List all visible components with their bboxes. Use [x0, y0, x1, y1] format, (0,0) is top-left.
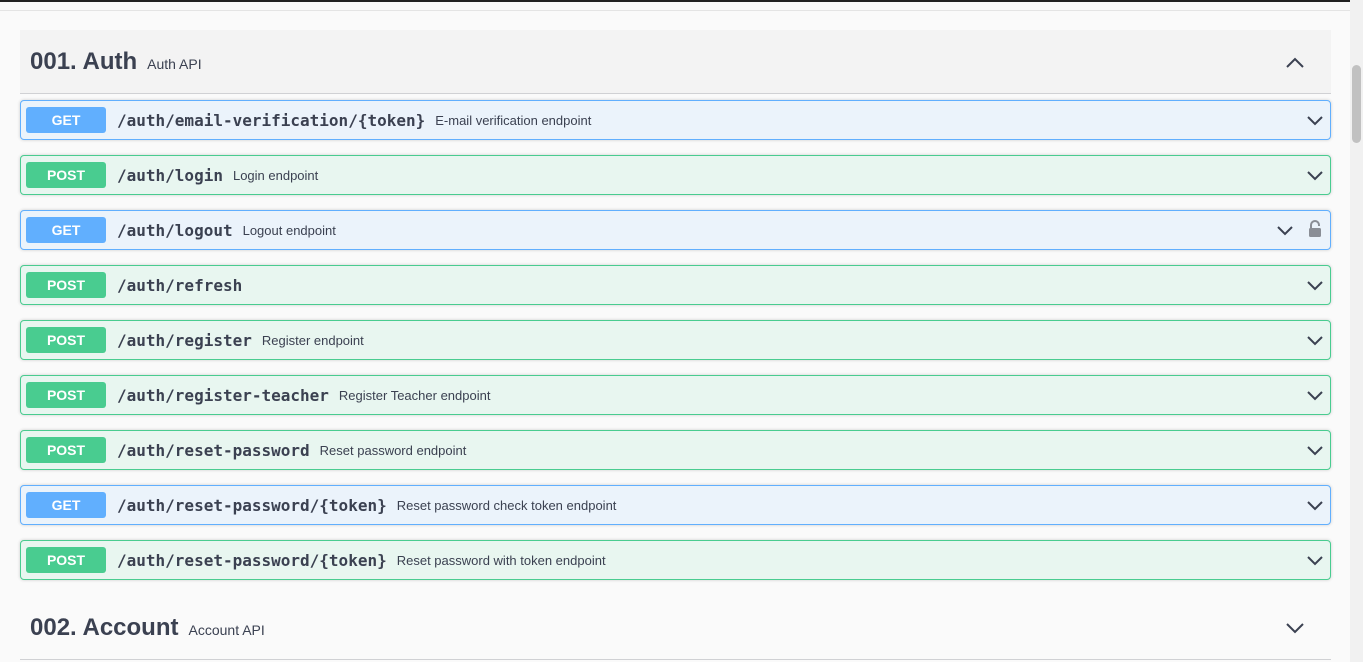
tag-title: 002. Account — [30, 613, 179, 641]
chevron-down-icon[interactable] — [1285, 620, 1305, 636]
operation-path: /auth/logout — [117, 220, 233, 240]
method-badge: POST — [26, 272, 106, 298]
method-badge: POST — [26, 327, 106, 353]
operation-summary: Register Teacher endpoint — [338, 387, 491, 403]
operation-get-auth-reset-password-token[interactable]: GET /auth/reset-password/{token} Reset p… — [20, 485, 1331, 525]
window-top-border — [0, 0, 1363, 2]
chevron-down-icon[interactable] — [1306, 553, 1324, 567]
tag-section-account[interactable]: 002. Account Account API — [20, 596, 1331, 660]
operation-path: /auth/register — [117, 330, 252, 350]
method-badge: GET — [26, 107, 106, 133]
chevron-down-icon[interactable] — [1276, 223, 1294, 237]
tag-description: Auth API — [147, 55, 202, 72]
operation-path: /auth/reset-password — [117, 440, 310, 460]
operation-summary: E-mail verification endpoint — [435, 112, 592, 128]
operation-path: /auth/refresh — [117, 275, 243, 295]
operation-path: /auth/reset-password/{token} — [117, 550, 387, 570]
method-badge: GET — [26, 492, 106, 518]
operation-summary: Reset password check token endpoint — [396, 497, 617, 513]
method-badge: POST — [26, 437, 106, 463]
tag-title: 001. Auth — [30, 47, 138, 75]
vertical-scrollbar[interactable] — [1350, 0, 1363, 662]
operation-summary: Login endpoint — [232, 167, 319, 183]
operation-summary: Reset password endpoint — [319, 442, 467, 458]
chevron-up-icon[interactable] — [1285, 54, 1305, 70]
operation-get-auth-email-verification[interactable]: GET /auth/email-verification/{token} E-m… — [20, 100, 1331, 140]
operation-post-auth-reset-password[interactable]: POST /auth/reset-password Reset password… — [20, 430, 1331, 470]
operation-post-auth-register-teacher[interactable]: POST /auth/register-teacher Register Tea… — [20, 375, 1331, 415]
operation-post-auth-refresh[interactable]: POST /auth/refresh — [20, 265, 1331, 305]
operation-summary: Register endpoint — [261, 332, 364, 348]
chevron-down-icon[interactable] — [1306, 168, 1324, 182]
method-badge: GET — [26, 217, 106, 243]
scrollbar-thumb[interactable] — [1352, 65, 1361, 143]
chevron-down-icon[interactable] — [1306, 333, 1324, 347]
chevron-down-icon[interactable] — [1306, 498, 1324, 512]
operation-path: /auth/email-verification/{token} — [117, 110, 426, 130]
tag-section-auth[interactable]: 001. Auth Auth API — [20, 30, 1331, 94]
operation-summary: Reset password with token endpoint — [396, 552, 606, 568]
lock-icon[interactable] — [1308, 220, 1322, 238]
operation-post-auth-login[interactable]: POST /auth/login Login endpoint — [20, 155, 1331, 195]
operation-path: /auth/reset-password/{token} — [117, 495, 387, 515]
operation-path: /auth/login — [117, 165, 223, 185]
chevron-down-icon[interactable] — [1306, 443, 1324, 457]
chevron-down-icon[interactable] — [1306, 388, 1324, 402]
divider — [0, 10, 1350, 11]
operation-post-auth-reset-password-token[interactable]: POST /auth/reset-password/{token} Reset … — [20, 540, 1331, 580]
method-badge: POST — [26, 382, 106, 408]
chevron-down-icon[interactable] — [1306, 278, 1324, 292]
operation-path: /auth/register-teacher — [117, 385, 329, 405]
operation-summary: Logout endpoint — [242, 222, 336, 238]
method-badge: POST — [26, 547, 106, 573]
operation-post-auth-register[interactable]: POST /auth/register Register endpoint — [20, 320, 1331, 360]
method-badge: POST — [26, 162, 106, 188]
operation-get-auth-logout[interactable]: GET /auth/logout Logout endpoint — [20, 210, 1331, 250]
chevron-down-icon[interactable] — [1306, 113, 1324, 127]
tag-description: Account API — [188, 621, 265, 638]
